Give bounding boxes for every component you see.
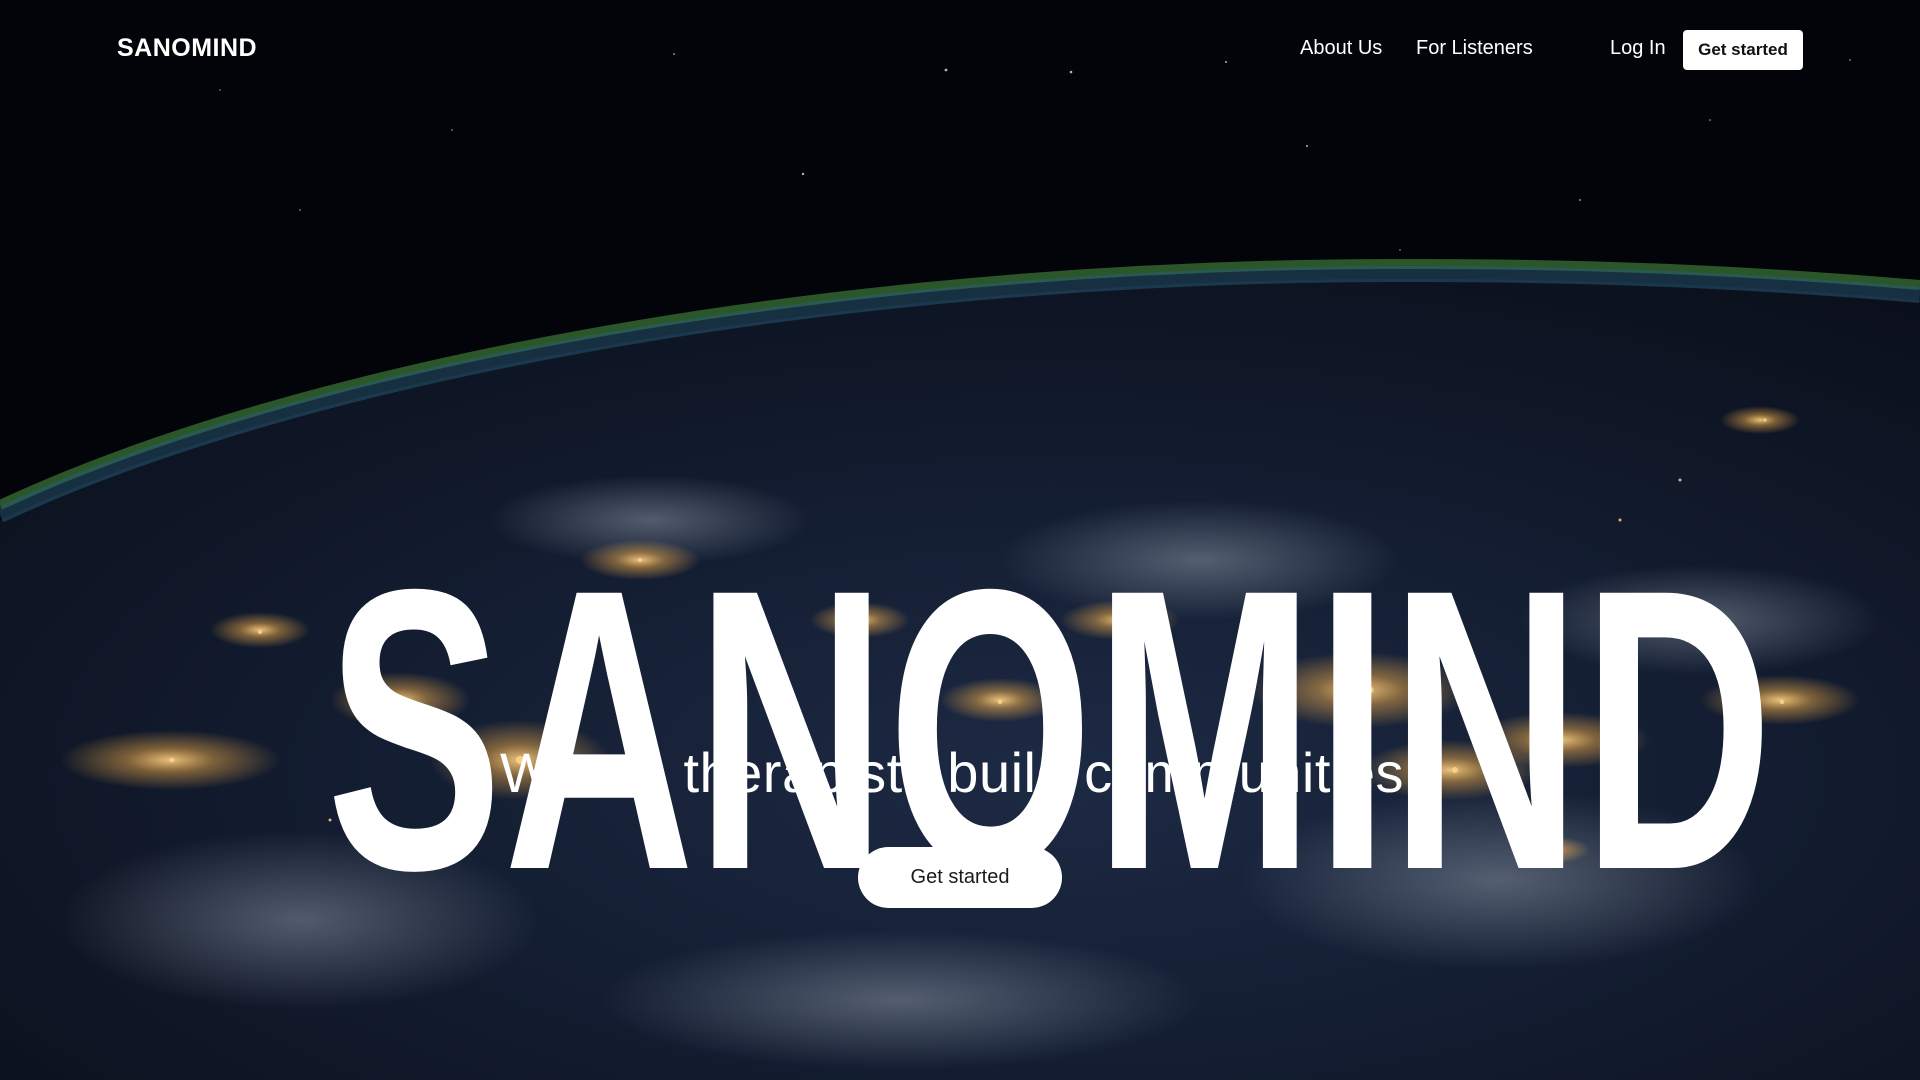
brand-logo[interactable]: SANOMIND xyxy=(117,34,257,63)
nav-link-log-in[interactable]: Log In xyxy=(1610,37,1666,60)
nav-get-started-button[interactable]: Get started xyxy=(1683,30,1803,70)
landing-page: SANOMIND About Us For Listeners Log In G… xyxy=(0,0,1920,1080)
hero-get-started-button[interactable]: Get started xyxy=(858,847,1062,908)
top-navigation: SANOMIND About Us For Listeners Log In G… xyxy=(0,0,1920,100)
hero-subtitle: Where therapists build communities. xyxy=(499,741,1421,804)
nav-link-for-listeners[interactable]: For Listeners xyxy=(1416,37,1533,60)
nav-link-about-us[interactable]: About Us xyxy=(1300,37,1382,60)
